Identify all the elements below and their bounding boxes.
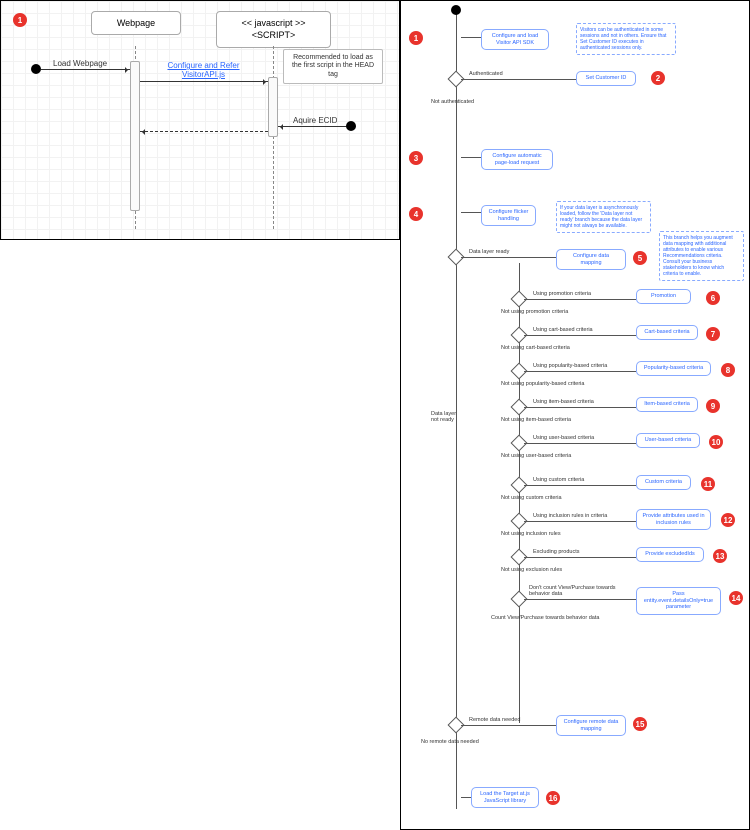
step-8: Popularity-based criteria — [636, 361, 711, 376]
step-5: Configure data mapping — [556, 249, 626, 270]
c11 — [524, 485, 636, 486]
e9y: Using item-based criteria — [533, 399, 594, 405]
c14 — [524, 599, 636, 600]
conn-s5 — [461, 257, 556, 258]
diagram-root: 1 Webpage << javascript >> <SCRIPT> Load… — [0, 0, 750, 830]
step-11: Custom criteria — [636, 475, 691, 490]
c16 — [461, 797, 471, 798]
badge-6: 6 — [706, 291, 720, 305]
sequence-panel: 1 Webpage << javascript >> <SCRIPT> Load… — [0, 0, 400, 240]
start-dot — [31, 64, 41, 74]
badge-10: 10 — [709, 435, 723, 449]
lifeline-webpage: Webpage — [91, 11, 181, 35]
script-name: <SCRIPT> — [227, 30, 320, 42]
ecid-dot — [346, 121, 356, 131]
note-branch: This branch helps you augment data mappi… — [659, 231, 744, 281]
e13n: Not using exclusion rules — [501, 567, 562, 573]
c15 — [461, 725, 556, 726]
c10 — [524, 443, 636, 444]
badge-11: 11 — [701, 477, 715, 491]
e10n: Not using user-based criteria — [501, 453, 571, 459]
e11y: Using custom criteria — [533, 477, 584, 483]
conn-s2 — [461, 79, 576, 80]
e7y: Using cart-based criteria — [533, 327, 593, 333]
badge-13: 13 — [713, 549, 727, 563]
step-1: Configure and load Visitor API SDK — [481, 29, 549, 50]
conn-s1 — [461, 37, 481, 38]
step-14: Pass entity.event.detailsOnly=true param… — [636, 587, 721, 615]
badge-4: 4 — [409, 207, 423, 221]
msg-ecid: Aquire ECID — [293, 116, 337, 125]
step-15: Configure remote data mapping — [556, 715, 626, 736]
e11n: Not using custom criteria — [501, 495, 562, 501]
edge-dlready: Data layer ready — [469, 249, 509, 255]
c13 — [524, 557, 636, 558]
step-6: Promotion — [636, 289, 691, 304]
badge-1-left: 1 — [13, 13, 27, 27]
edge-auth: Authenticated — [469, 71, 503, 77]
main-axis — [456, 7, 457, 809]
e14y: Don't count View/Purchase towards behavi… — [529, 585, 629, 597]
c6 — [524, 299, 636, 300]
badge-3: 3 — [409, 151, 423, 165]
badge-16: 16 — [546, 791, 560, 805]
badge-9: 9 — [706, 399, 720, 413]
e9n: Not using item-based criteria — [501, 417, 571, 423]
arrow-load — [41, 69, 130, 70]
e8n: Not using popularity-based criteria — [501, 381, 584, 387]
lifeline-line-script — [273, 46, 274, 229]
badge-2: 2 — [651, 71, 665, 85]
note-auth: Visitors can be authenticated in some se… — [576, 23, 676, 55]
start-node — [451, 5, 461, 15]
step-3: Configure automatic page-load request — [481, 149, 553, 170]
step-7: Cart-based criteria — [636, 325, 698, 340]
e6n: Not using promotion criteria — [501, 309, 568, 315]
msg-load: Load Webpage — [53, 59, 107, 68]
flow-panel: Configure and load Visitor API SDK 1 Vis… — [400, 0, 750, 830]
script-stereo: << javascript >> — [227, 18, 320, 30]
step-13: Provide excludedIds — [636, 547, 704, 562]
note-head: Recommended to load as the first script … — [283, 49, 383, 84]
c12 — [524, 521, 636, 522]
step-16: Load the Target at.js JavaScript library — [471, 787, 539, 808]
conn-s3 — [461, 157, 481, 158]
edge-notauth: Not authenticated — [431, 99, 474, 105]
arrow-return — [140, 131, 268, 132]
activation-webpage — [130, 61, 140, 211]
e12n: Not using inclusion rules — [501, 531, 561, 537]
e10y: Using user-based criteria — [533, 435, 594, 441]
badge-12: 12 — [721, 513, 735, 527]
e-noremote: No remote data needed — [421, 739, 479, 745]
lifeline-script: << javascript >> <SCRIPT> — [216, 11, 331, 48]
e7n: Not using cart-based criteria — [501, 345, 570, 351]
step-2: Set Customer ID — [576, 71, 636, 86]
conn-s4 — [461, 212, 481, 213]
c7 — [524, 335, 636, 336]
note-datalayer: If your data layer is asynchronously loa… — [556, 201, 651, 233]
arrow-configure — [140, 81, 268, 82]
c8 — [524, 371, 636, 372]
c9 — [524, 407, 636, 408]
e8y: Using popularity-based criteria — [533, 363, 607, 369]
e-remote: Remote data needed — [469, 717, 520, 723]
step-10: User-based criteria — [636, 433, 700, 448]
badge-8: 8 — [721, 363, 735, 377]
badge-7: 7 — [706, 327, 720, 341]
badge-15: 15 — [633, 717, 647, 731]
e12y: Using inclusion rules in criteria — [533, 513, 607, 519]
step-9: Item-based criteria — [636, 397, 698, 412]
e13y: Excluding products — [533, 549, 579, 555]
msg-configure[interactable]: Configure and Refer VisitorAPI.js — [156, 61, 251, 79]
badge-1: 1 — [409, 31, 423, 45]
step-4: Configure flicker handling — [481, 205, 536, 226]
step-12: Provide attributes used in inclusion rul… — [636, 509, 711, 530]
badge-5: 5 — [633, 251, 647, 265]
arrow-ecid — [278, 126, 346, 127]
e14n: Count View/Purchase towards behavior dat… — [491, 615, 621, 621]
edge-dlnotready: Data layer not ready — [431, 411, 461, 423]
badge-14: 14 — [729, 591, 743, 605]
e6y: Using promotion criteria — [533, 291, 591, 297]
